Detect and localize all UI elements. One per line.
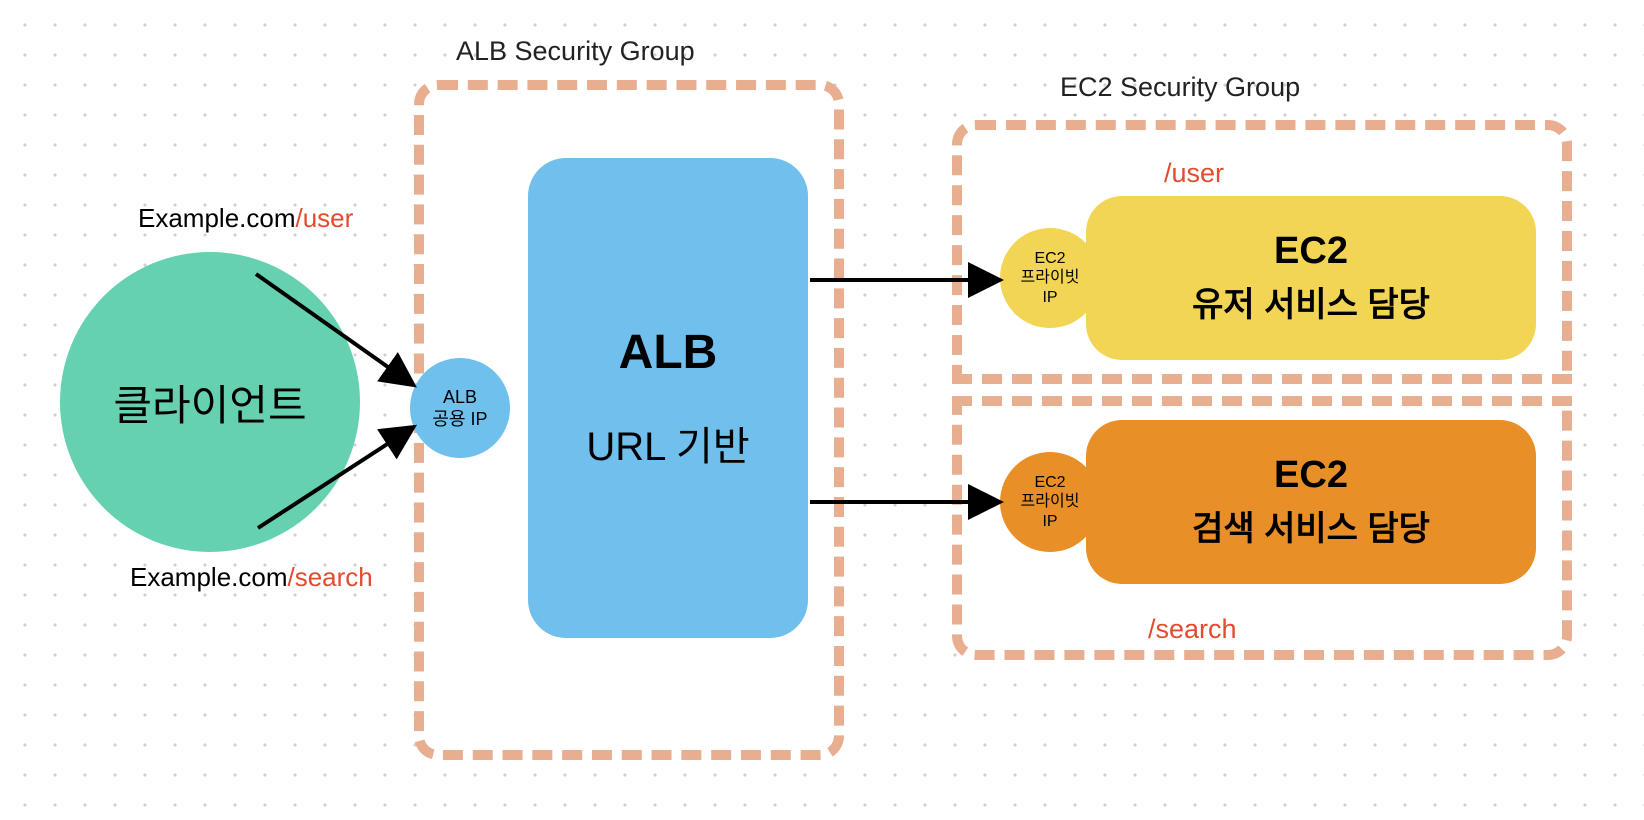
client-label: 클라이언트 bbox=[113, 372, 306, 433]
ec2-search-line1: EC2 bbox=[1274, 454, 1348, 497]
ec2-sg-title: EC2 Security Group bbox=[1060, 72, 1300, 103]
ec2-search-ip-line1: EC2 bbox=[1034, 473, 1065, 492]
diagram-canvas: 클라이언트 Example.com/user Example.com/searc… bbox=[0, 0, 1644, 820]
url-bottom-path: /search bbox=[288, 562, 373, 592]
route-search-label: /search bbox=[1148, 614, 1237, 645]
ec2-user-ip-line1: EC2 bbox=[1034, 249, 1065, 268]
alb-box-line2: URL 기반 bbox=[586, 414, 749, 472]
ec2-search-private-ip-node: EC2 프라이빗 IP bbox=[1000, 452, 1100, 552]
client-url-bottom: Example.com/search bbox=[130, 562, 373, 593]
ec2-search-ip-line3: IP bbox=[1042, 512, 1057, 531]
ec2-user-line2: 유저 서비스 담당 bbox=[1192, 277, 1430, 326]
ec2-user-ip-line2: 프라이빗 bbox=[1021, 268, 1080, 287]
alb-sg-title: ALB Security Group bbox=[456, 36, 695, 67]
alb-node: ALB URL 기반 bbox=[528, 158, 808, 638]
alb-box-line1: ALB bbox=[619, 325, 718, 380]
url-bottom-prefix: Example.com bbox=[130, 562, 288, 592]
ec2-user-private-ip-node: EC2 프라이빗 IP bbox=[1000, 228, 1100, 328]
ec2-sg-divider bbox=[950, 380, 1574, 400]
ec2-user-line1: EC2 bbox=[1274, 230, 1348, 273]
ec2-search-ip-line2: 프라이빗 bbox=[1021, 492, 1080, 511]
url-top-path: /user bbox=[296, 203, 354, 233]
ec2-search-node: EC2 검색 서비스 담당 bbox=[1086, 420, 1536, 584]
ec2-user-node: EC2 유저 서비스 담당 bbox=[1086, 196, 1536, 360]
ec2-user-ip-line3: IP bbox=[1042, 288, 1057, 307]
alb-ip-line2: 공용 IP bbox=[432, 408, 487, 431]
alb-ip-line1: ALB bbox=[443, 386, 477, 409]
url-top-prefix: Example.com bbox=[138, 203, 296, 233]
ec2-search-line2: 검색 서비스 담당 bbox=[1192, 501, 1430, 550]
route-user-label: /user bbox=[1164, 158, 1224, 189]
alb-public-ip-node: ALB 공용 IP bbox=[410, 358, 510, 458]
client-node: 클라이언트 bbox=[60, 252, 360, 552]
client-url-top: Example.com/user bbox=[138, 203, 353, 234]
